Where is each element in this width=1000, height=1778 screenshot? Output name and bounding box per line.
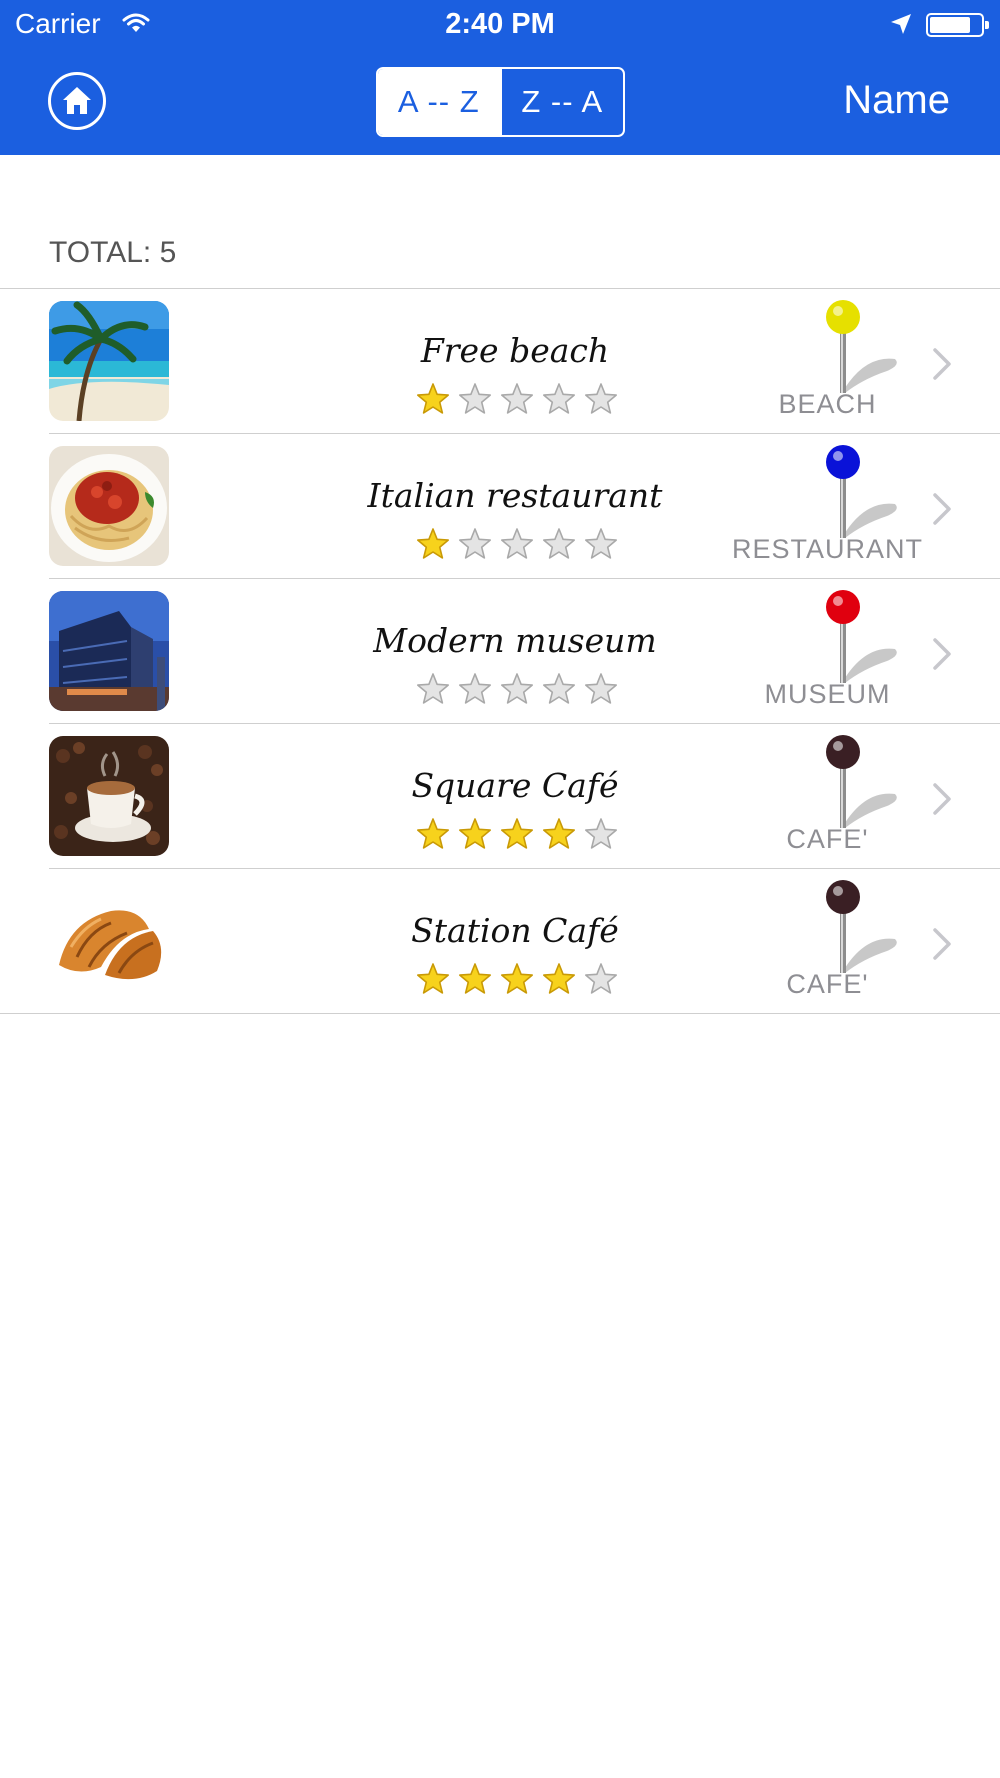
star-filled-icon <box>417 963 449 994</box>
rating-stars <box>417 818 617 849</box>
star-empty-icon <box>459 673 491 704</box>
star-empty-icon <box>585 528 617 559</box>
star-empty-icon <box>543 528 575 559</box>
star-filled-icon <box>417 818 449 849</box>
chevron-right-icon <box>933 928 951 960</box>
star-empty-icon <box>459 528 491 559</box>
location-arrow-icon <box>890 13 912 40</box>
museum-thumbnail <box>49 591 169 711</box>
star-empty-icon <box>459 383 491 414</box>
star-filled-icon <box>417 383 449 414</box>
rating-stars <box>417 528 617 559</box>
spaghetti-thumbnail <box>49 446 169 566</box>
sort-descending-segment[interactable]: Z -- A <box>499 69 624 135</box>
place-name: Modern museum <box>373 621 657 660</box>
home-icon <box>63 87 91 114</box>
star-filled-icon <box>543 818 575 849</box>
home-button[interactable] <box>48 72 106 130</box>
place-name: Italian restaurant <box>367 476 663 515</box>
rating-stars <box>417 383 617 414</box>
star-filled-icon <box>501 818 533 849</box>
croissant-thumbnail <box>49 881 169 1001</box>
sort-ascending-segment[interactable]: A -- Z <box>378 69 500 135</box>
category-label: BEACH <box>778 389 877 419</box>
chevron-right-icon <box>933 783 951 815</box>
chevron-right-icon <box>933 348 951 380</box>
star-empty-icon <box>585 383 617 414</box>
category-label: CAFE' <box>786 969 869 999</box>
star-empty-icon <box>501 528 533 559</box>
star-filled-icon <box>459 818 491 849</box>
star-empty-icon <box>543 673 575 704</box>
star-filled-icon <box>543 963 575 994</box>
star-empty-icon <box>585 963 617 994</box>
star-empty-icon <box>543 383 575 414</box>
star-empty-icon <box>585 673 617 704</box>
star-empty-icon <box>417 673 449 704</box>
place-name: Square Café <box>411 766 619 805</box>
category-label: MUSEUM <box>764 679 891 709</box>
status-time: 2:40 PM <box>445 8 555 40</box>
sort-field-button[interactable]: Name <box>843 78 950 123</box>
list-item[interactable]: Modern museum MUSEUM <box>0 579 1000 724</box>
star-empty-icon <box>585 818 617 849</box>
total-count-label: TOTAL: 5 <box>49 236 177 269</box>
star-filled-icon <box>459 963 491 994</box>
coffee-thumbnail <box>49 736 169 856</box>
navigation-bar: Carrier 2:40 PM A -- Z Z -- A Name <box>0 0 1000 155</box>
rating-stars <box>417 963 617 994</box>
category-label: RESTAURANT <box>731 534 923 564</box>
places-list: Free beach BEACH Italian restaurant REST… <box>0 289 1000 1014</box>
chevron-right-icon <box>933 638 951 670</box>
star-filled-icon <box>501 963 533 994</box>
star-empty-icon <box>501 673 533 704</box>
list-item[interactable]: Square Café CAFE' <box>0 724 1000 869</box>
chevron-right-icon <box>933 493 951 525</box>
rating-stars <box>417 673 617 704</box>
star-empty-icon <box>501 383 533 414</box>
list-item[interactable]: Station Café CAFE' <box>0 869 1000 1014</box>
list-item[interactable]: Italian restaurant RESTAURANT <box>0 434 1000 579</box>
row-divider <box>0 1013 1000 1014</box>
place-name: Free beach <box>420 331 610 370</box>
sort-order-segmented-control[interactable]: A -- Z Z -- A <box>376 67 625 137</box>
beach-thumbnail <box>49 301 169 421</box>
star-filled-icon <box>417 528 449 559</box>
status-bar: Carrier 2:40 PM <box>0 0 1000 50</box>
place-name: Station Café <box>411 911 619 950</box>
list-item[interactable]: Free beach BEACH <box>0 289 1000 434</box>
category-label: CAFE' <box>786 824 869 854</box>
battery-icon <box>926 13 989 37</box>
